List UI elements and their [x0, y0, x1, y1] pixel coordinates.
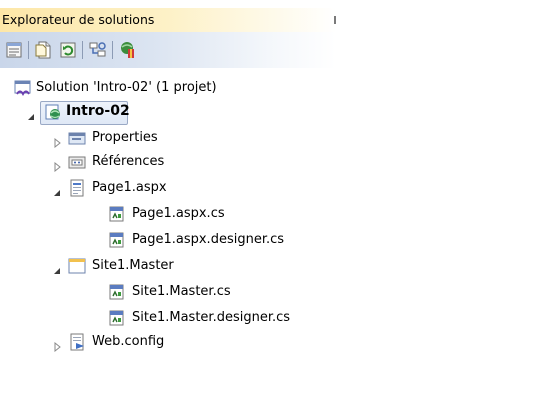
copy-website-icon [121, 42, 134, 58]
tree-item-label: Site1.Master.designer.cs [132, 310, 291, 325]
properties-folder-icon [68, 129, 86, 147]
tree-item-label: Intro-02 [66, 103, 130, 119]
tree-item-page1-aspx[interactable]: Page1.aspx [0, 176, 549, 200]
tree-item-page1-aspx-cs[interactable]: Page1.aspx.cs [0, 202, 549, 226]
tree-item-solution[interactable]: Solution 'Intro-02' (1 projet) [0, 76, 549, 100]
toolbar [0, 32, 336, 68]
expanded-arrow-icon[interactable] [52, 261, 62, 274]
aspx-page-icon [68, 179, 86, 197]
tree-item-label: Site1.Master.cs [132, 284, 231, 299]
tree-item-references[interactable]: Références [0, 150, 549, 174]
tree-item-project[interactable]: Intro-02 [0, 100, 549, 125]
tree-item-label: Page1.aspx.cs [132, 206, 225, 221]
show-all-files-icon [35, 41, 51, 59]
class-diagram-icon [89, 42, 106, 57]
show-all-files-button[interactable] [34, 40, 54, 60]
references-icon [68, 153, 86, 171]
tree-item-page1-aspx-designer-cs[interactable]: Page1.aspx.designer.cs [0, 228, 549, 252]
tree-item-label: Web.config [92, 334, 165, 349]
cs-file-icon [108, 205, 126, 223]
panel-title-bar[interactable]: Explorateur de solutions [0, 8, 336, 32]
expanded-arrow-icon[interactable] [26, 107, 36, 120]
tree-item-site1-master-designer-cs[interactable]: Site1.Master.designer.cs [0, 306, 549, 330]
web-project-icon [44, 103, 62, 121]
toolbar-separator [28, 41, 29, 59]
tree-item-label: Properties [92, 130, 158, 145]
view-class-diagram-button[interactable] [88, 40, 108, 60]
solution-explorer-panel: Explorateur de solutions Solution 'Intro… [0, 0, 549, 412]
tree-item-label: Page1.aspx [92, 180, 167, 195]
cs-file-icon [108, 283, 126, 301]
cs-file-icon [108, 231, 126, 249]
config-file-icon [68, 333, 86, 351]
refresh-button[interactable] [58, 40, 78, 60]
collapsed-arrow-icon[interactable] [52, 133, 62, 149]
master-page-icon [68, 257, 86, 275]
title-bar-edge [334, 16, 336, 24]
cs-file-icon [108, 309, 126, 327]
toolbar-separator [82, 41, 83, 59]
collapsed-arrow-icon[interactable] [52, 157, 62, 173]
toolbar-separator [112, 41, 113, 59]
tree-item-label: Références [92, 154, 165, 169]
properties-icon [6, 42, 22, 58]
tree-item-site1-master[interactable]: Site1.Master [0, 254, 549, 278]
tree-item-web-config[interactable]: Web.config [0, 330, 549, 354]
panel-title: Explorateur de solutions [2, 12, 155, 27]
copy-website-button[interactable] [118, 40, 138, 60]
tree-item-label: Site1.Master [92, 258, 174, 273]
solution-icon [14, 79, 32, 97]
refresh-icon [60, 42, 76, 58]
properties-button[interactable] [4, 40, 24, 60]
tree-item-site1-master-cs[interactable]: Site1.Master.cs [0, 280, 549, 304]
collapsed-arrow-icon[interactable] [52, 337, 62, 353]
tree-item-properties[interactable]: Properties [0, 126, 549, 150]
tree-item-label: Solution 'Intro-02' (1 projet) [36, 80, 217, 95]
tree-item-label: Page1.aspx.designer.cs [132, 232, 285, 247]
expanded-arrow-icon[interactable] [52, 183, 62, 196]
